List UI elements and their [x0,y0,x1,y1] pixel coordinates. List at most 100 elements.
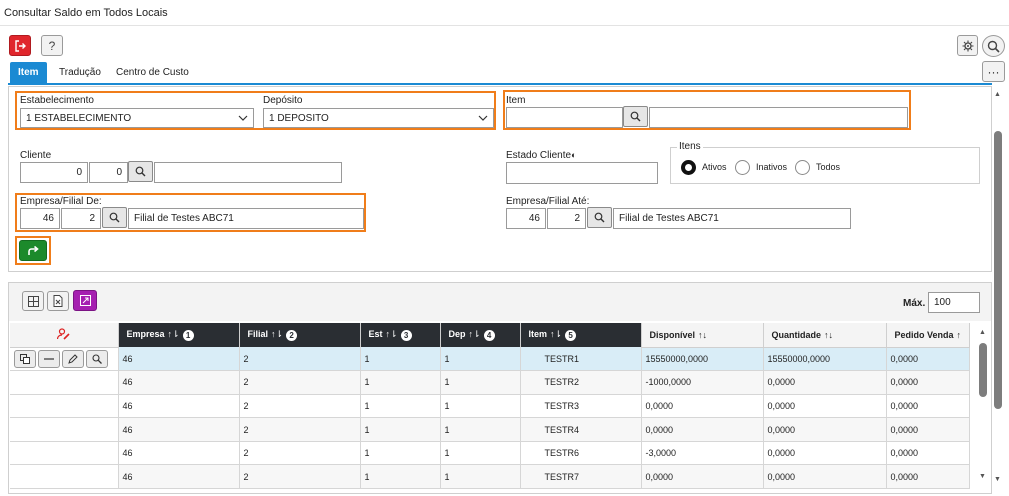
radio-todos-label: Todos [816,162,841,172]
cliente-loja-input[interactable]: 0 [89,162,128,183]
col-dep[interactable]: Dep ↑⇂ 4 [440,323,521,347]
cliente-label: Cliente [20,150,52,161]
empresa-ate-label: Empresa/Filial Até: [506,196,590,207]
cell: 0,0000 [763,441,887,466]
col-pedido-venda[interactable]: Pedido Venda ↑ [886,323,971,348]
filial-de-input[interactable]: 2 [61,208,101,229]
remove-button[interactable] [38,349,60,368]
grid-scroll-down-arrow[interactable]: ▼ [979,473,986,480]
col-quantidade[interactable]: Quantidade ↑↓ [763,323,887,348]
title-divider [0,25,1009,26]
itens-legend: Itens [677,141,703,152]
cliente-code-input[interactable]: 0 [20,162,88,183]
edit-button[interactable] [62,349,84,368]
chevron-down-icon [238,115,248,121]
export-excel-button[interactable] [47,291,69,311]
search-icon [987,40,1000,53]
cell: 0,0000 [641,417,764,442]
table-row[interactable]: 46 2 1 1 TESTR4 0,0000 0,0000 0,0000 [10,417,971,442]
deposito-value: 1 DEPOSITO [269,112,329,124]
cell: 0,0000 [886,464,971,490]
help-button[interactable]: ? [41,35,63,56]
estabelecimento-select[interactable]: 1 ESTABELECIMENTO [20,108,254,128]
grid-scrollbar-thumb[interactable] [979,343,987,397]
filial-ate-input[interactable]: 2 [547,208,586,229]
cell: 0,0000 [763,394,887,419]
max-label: Máx. [903,298,926,309]
info-icon: ◐ [571,150,577,160]
item-lookup-button[interactable] [623,106,648,127]
page-scrollbar-thumb[interactable] [994,131,1002,409]
window-title: Consultar Saldo em Todos Locais [4,7,168,19]
tab-item[interactable]: Item [10,62,47,83]
results-table: Empresa ↑⇂ 1 Filial ↑⇂ 2 Est ↑⇂ 3 Dep ↑⇂ 4 Item ↑… [10,323,971,490]
cell: 0,0000 [886,370,971,395]
table-row[interactable]: 46 2 1 1 TESTR7 0,0000 0,0000 0,0000 [10,464,971,490]
table-row[interactable]: 46 2 1 1 TESTR6 -3,0000 0,0000 0,0000 [10,441,971,466]
tab-traducao[interactable]: Tradução [51,62,109,83]
search-icon [594,212,605,223]
cell: 0,0000 [886,441,971,466]
grid-scroll-up-arrow[interactable]: ▲ [979,329,986,336]
search-icon [135,166,146,177]
execute-button[interactable] [19,240,47,261]
tab-underline [8,83,992,85]
col-est[interactable]: Est ↑⇂ 3 [360,323,441,347]
grid-toolbar [9,283,991,321]
excel-icon [53,295,63,307]
exit-icon [15,39,26,52]
col-empresa[interactable]: Empresa ↑⇂ 1 [118,323,240,347]
redo-arrow-icon [28,245,39,255]
col-item[interactable]: Item ↑⇂ 5 [520,323,642,347]
cell: 0,0000 [763,417,887,442]
sort-icon: ↑⇂ [550,329,563,340]
cell: 0,0000 [763,370,887,395]
radio-ativos[interactable] [681,160,696,175]
cell: 1 [440,441,521,466]
table-row[interactable]: 46 2 1 1 TESTR3 0,0000 0,0000 0,0000 [10,394,971,419]
sort-icon: ↑ [956,329,962,340]
estabelecimento-label: Estabelecimento [20,95,94,106]
expand-button[interactable] [73,290,97,311]
cell: 2 [239,394,361,419]
scroll-down-arrow[interactable]: ▼ [994,476,1001,483]
scroll-up-arrow[interactable]: ▲ [994,91,1001,98]
col-disponivel[interactable]: Disponível ↑↓ [641,323,764,348]
col-filial[interactable]: Filial ↑⇂ 2 [239,323,361,347]
deposito-select[interactable]: 1 DEPOSITO [263,108,494,128]
actions-header [10,323,119,348]
empresa-de-label: Empresa/Filial De: [20,196,102,207]
cell: 0,0000 [641,464,764,490]
item-description [649,107,908,128]
item-input[interactable] [506,107,623,128]
empresa-ate-description: Filial de Testes ABC71 [613,208,851,229]
minus-icon [44,358,54,360]
row-actions [10,394,119,419]
sort-order-badge: 3 [400,329,412,341]
table-row[interactable]: 46 2 1 1 TESTR2 -1000,0000 0,0000 0,0000 [10,370,971,395]
sort-icon: ↑↓ [824,329,834,340]
columns-button[interactable] [22,291,44,311]
view-button[interactable] [86,349,108,368]
empresa-de-lookup-button[interactable] [102,207,127,228]
estado-cliente-label: Estado Cliente◐ [506,150,577,161]
table-row[interactable]: 46 2 1 1 TESTR1 15550000,0000 15550000,0… [10,347,971,372]
radio-inativos[interactable] [735,160,750,175]
estado-cliente-input[interactable] [506,162,658,184]
cell: 0,0000 [886,394,971,419]
search-button[interactable] [982,35,1005,57]
cliente-lookup-button[interactable] [128,161,153,182]
empresa-ate-input[interactable]: 46 [506,208,546,229]
empresa-de-input[interactable]: 46 [20,208,60,229]
tab-centro-de-custo[interactable]: Centro de Custo [108,62,197,83]
sort-icon: ↑⇂ [271,329,284,340]
radio-todos[interactable] [795,160,810,175]
more-button[interactable]: ··· [982,61,1005,82]
empresa-ate-lookup-button[interactable] [587,207,612,228]
settings-button[interactable] [957,35,978,56]
max-input[interactable]: 100 [928,292,980,313]
sort-icon: ↑⇂ [385,329,398,340]
copy-button[interactable] [14,349,36,368]
exit-button[interactable] [9,35,31,56]
radio-ativos-label: Ativos [702,162,727,172]
